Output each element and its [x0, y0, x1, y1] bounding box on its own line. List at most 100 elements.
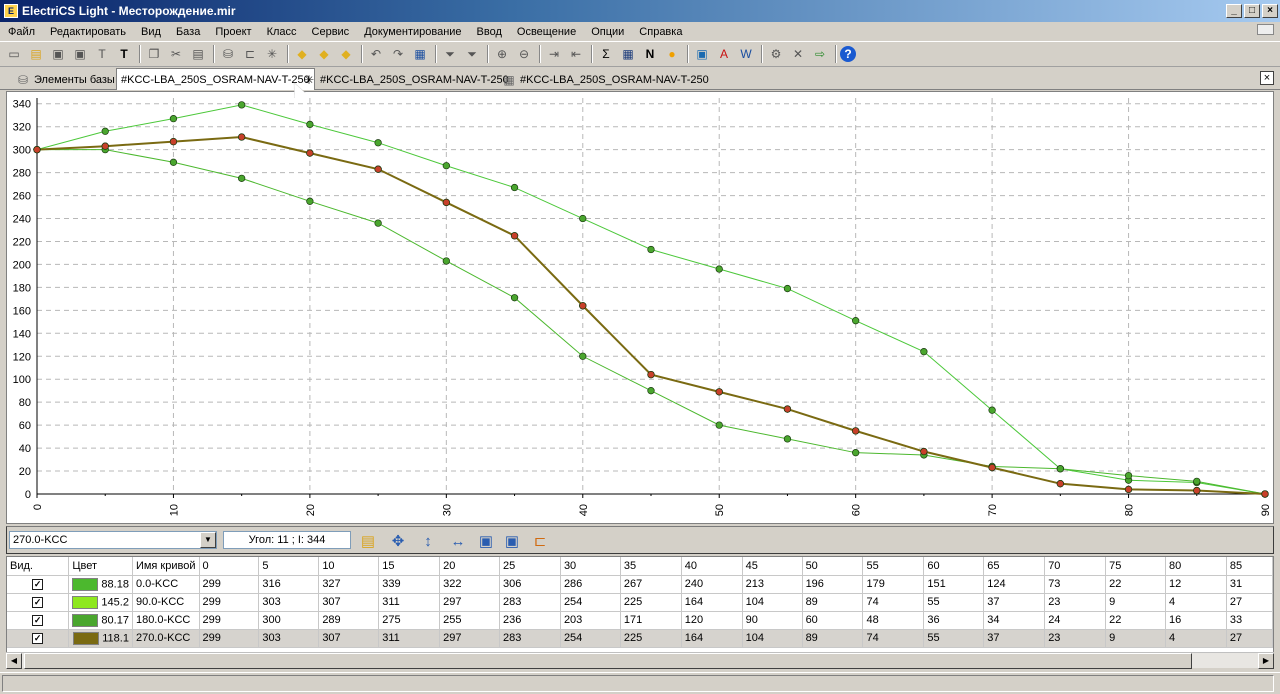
kcc-chart[interactable]: 0 20 40 60 80 100 120 140 160 180 200 220 240 260 280 3…: [6, 91, 1274, 524]
curve-name-cell[interactable]: 270.0-KCC: [132, 629, 200, 648]
tab-kcc-chart[interactable]: #KCC-LBA_250S_OSRAM-NAV-T-250: [116, 68, 315, 90]
value-cell[interactable]: 89: [802, 629, 864, 648]
value-cell[interactable]: 164: [681, 629, 743, 648]
zoom-icon[interactable]: ⊕: [492, 44, 512, 64]
filter-icon[interactable]: ⏷: [440, 44, 460, 64]
value-cell[interactable]: 297: [439, 593, 501, 612]
value-cell[interactable]: 299: [199, 611, 260, 630]
column-header-10[interactable]: 35: [620, 557, 682, 576]
export-icon[interactable]: ⇥: [544, 44, 564, 64]
word-icon[interactable]: W: [736, 44, 756, 64]
table-row[interactable]: ✓ 88.18 0.0-KCC 299 316 327 339 322 306 286 267 240…: [7, 575, 1273, 594]
visible-checkbox[interactable]: ✓: [32, 633, 44, 644]
menu-item-0[interactable]: Файл: [0, 26, 42, 38]
scroll-left-icon[interactable]: ◀: [6, 653, 22, 669]
column-header-2[interactable]: Имя кривой: [132, 557, 200, 576]
value-cell[interactable]: 307: [318, 629, 380, 648]
menu-item-5[interactable]: Класс: [259, 26, 304, 38]
value-cell[interactable]: 12: [1165, 575, 1227, 594]
grid-icon[interactable]: ▦: [618, 44, 638, 64]
column-header-7[interactable]: 20: [439, 557, 501, 576]
column-header-0[interactable]: Вид.: [7, 557, 70, 576]
save-as-curve-icon[interactable]: ▣: [501, 530, 523, 552]
minimize-button[interactable]: _: [1226, 4, 1242, 18]
value-cell[interactable]: 31: [1226, 575, 1273, 594]
database-icon[interactable]: ⛁: [218, 44, 238, 64]
menu-restore-icon[interactable]: [1257, 24, 1274, 35]
value-cell[interactable]: 55: [923, 593, 985, 612]
color-cell[interactable]: 80.17: [68, 611, 133, 630]
lamp-icon[interactable]: ◆: [292, 44, 312, 64]
color-swatch[interactable]: [73, 631, 100, 645]
column-header-12[interactable]: 45: [742, 557, 803, 576]
value-cell[interactable]: 303: [258, 593, 320, 612]
layout-icon[interactable]: ⊏: [240, 44, 260, 64]
value-cell[interactable]: 297: [439, 629, 501, 648]
value-cell[interactable]: 73: [1044, 575, 1107, 594]
value-cell[interactable]: 34: [983, 611, 1046, 630]
redo-icon[interactable]: ↷: [388, 44, 408, 64]
menu-item-6[interactable]: Сервис: [304, 26, 357, 38]
table-scrollbar[interactable]: ◀ ▶: [6, 652, 1274, 669]
value-cell[interactable]: 74: [862, 593, 925, 612]
value-cell[interactable]: 289: [318, 611, 380, 630]
column-header-11[interactable]: 40: [681, 557, 743, 576]
column-header-8[interactable]: 25: [499, 557, 561, 576]
save-icon[interactable]: ▣: [48, 44, 68, 64]
value-cell[interactable]: 27: [1226, 593, 1273, 612]
value-cell[interactable]: 254: [560, 629, 621, 648]
value-cell[interactable]: 267: [620, 575, 682, 594]
value-cell[interactable]: 307: [318, 593, 380, 612]
value-cell[interactable]: 240: [681, 575, 743, 594]
value-cell[interactable]: 124: [983, 575, 1046, 594]
cut-icon[interactable]: ✂: [166, 44, 186, 64]
visible-checkbox[interactable]: ✓: [32, 615, 44, 626]
column-header-3[interactable]: 0: [199, 557, 260, 576]
value-cell[interactable]: 89: [802, 593, 864, 612]
curve-name-cell[interactable]: 180.0-KCC: [132, 611, 200, 630]
save-curve-icon[interactable]: ▣: [475, 530, 497, 552]
curve-select[interactable]: 270.0-KCC ▼: [9, 531, 217, 549]
menu-item-2[interactable]: Вид: [133, 26, 168, 38]
value-cell[interactable]: 60: [802, 611, 864, 630]
value-cell[interactable]: 151: [923, 575, 985, 594]
value-cell[interactable]: 120: [681, 611, 743, 630]
calc-icon[interactable]: ▣: [692, 44, 712, 64]
horizontal-scale-icon[interactable]: ↔: [447, 530, 469, 552]
curve-name-cell[interactable]: 90.0-KCC: [132, 593, 200, 612]
value-cell[interactable]: 299: [199, 629, 260, 648]
column-header-6[interactable]: 15: [378, 557, 441, 576]
column-header-16[interactable]: 65: [983, 557, 1046, 576]
value-cell[interactable]: 236: [499, 611, 561, 630]
value-cell[interactable]: 23: [1044, 593, 1107, 612]
color-cell[interactable]: 118.1: [68, 629, 133, 648]
vertical-scale-icon[interactable]: ↕: [417, 530, 439, 552]
gear-icon[interactable]: ⚙: [766, 44, 786, 64]
move-icon[interactable]: ✥: [387, 530, 409, 552]
scroll-thumb[interactable]: [24, 653, 1192, 669]
copy-icon[interactable]: ❐: [144, 44, 164, 64]
value-cell[interactable]: 306: [499, 575, 561, 594]
value-cell[interactable]: 283: [499, 629, 561, 648]
value-cell[interactable]: 9: [1105, 593, 1166, 612]
value-cell[interactable]: 23: [1044, 629, 1107, 648]
color-cell[interactable]: 145.2: [68, 593, 133, 612]
value-cell[interactable]: 327: [318, 575, 380, 594]
close-tab-icon[interactable]: ×: [1260, 71, 1274, 85]
value-cell[interactable]: 311: [378, 593, 441, 612]
value-cell[interactable]: 299: [199, 575, 260, 594]
north-icon[interactable]: N: [640, 44, 660, 64]
color-swatch[interactable]: [72, 595, 99, 609]
sum-icon[interactable]: Σ: [596, 44, 616, 64]
paste-icon[interactable]: ▤: [188, 44, 208, 64]
visible-checkbox[interactable]: ✓: [32, 579, 44, 590]
menu-item-11[interactable]: Справка: [631, 26, 689, 38]
value-cell[interactable]: 311: [378, 629, 441, 648]
column-header-17[interactable]: 70: [1044, 557, 1107, 576]
color-swatch[interactable]: [72, 577, 99, 591]
value-cell[interactable]: 9: [1105, 629, 1166, 648]
column-header-13[interactable]: 50: [802, 557, 864, 576]
column-header-18[interactable]: 75: [1105, 557, 1166, 576]
chevron-down-icon[interactable]: ▼: [200, 532, 216, 548]
tab-kcc-table[interactable]: ▦ #KCC-LBA_250S_OSRAM-NAV-T-250: [498, 70, 713, 90]
